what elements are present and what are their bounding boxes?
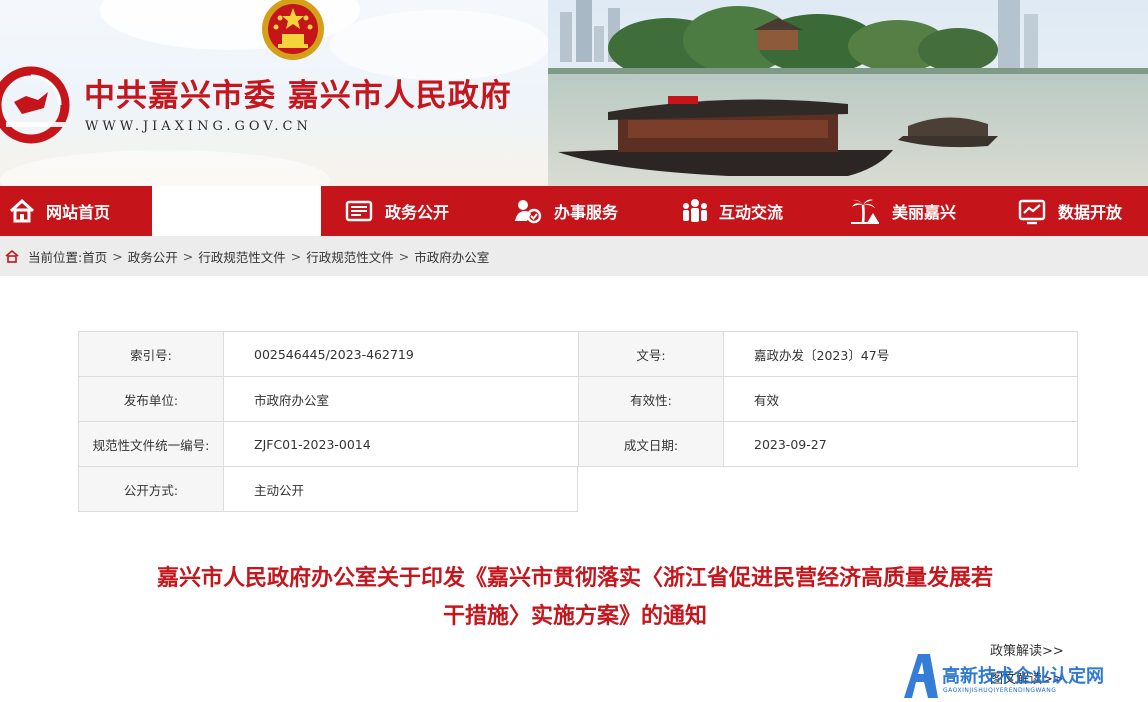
palm-tree-icon [851,199,879,224]
article-title: 嘉兴市人民政府办公室关于印发《嘉兴市贯彻落实〈浙江省促进民营经济高质量发展若 干… [90,560,1060,636]
nav-open-data-label: 数据开放 [1058,203,1123,222]
meta-key-validity: 有效性: [578,376,723,421]
breadcrumb-item-normative-docs-2[interactable]: 行政规范性文件 [306,247,394,266]
meta-row: 公开方式: 主动公开 [78,466,578,511]
person-service-icon [515,200,542,224]
page: 中共嘉兴市委 嘉兴市人民政府 WWW.JIAXING.GOV.CN 网站首页 政… [0,0,1148,702]
meta-divider [578,466,1078,467]
watermark: 高新技术企业认定网 GAOXINJISHUQIYERENDINGWANG [900,652,1148,702]
meta-row: 发布单位: 市政府办公室 有效性: 有效 [78,376,1078,421]
nav-services-label: 办事服务 [554,203,619,222]
nav-home-label: 网站首页 [46,203,111,222]
nav-beautiful-jiaxing[interactable]: 美丽嘉兴 [826,186,996,236]
party-ring-logo-icon [0,66,70,144]
meta-key-disclosure-method: 公开方式: [78,466,223,511]
meta-key-index-number: 索引号: [78,331,223,376]
meta-value-written-date: 2023-09-27 [723,421,1078,466]
nav-government-affairs[interactable]: 政务公开 [321,186,489,236]
nav-home[interactable]: 网站首页 [0,186,152,236]
people-group-icon [683,199,707,222]
lake-scenery-image [548,0,1148,186]
site-header: 中共嘉兴市委 嘉兴市人民政府 WWW.JIAXING.GOV.CN [0,0,1148,186]
breadcrumb-separator: > [182,248,194,264]
meta-value-disclosure-method: 主动公开 [223,466,578,511]
home-icon [9,198,35,223]
meta-value-publisher: 市政府办公室 [223,376,578,421]
meta-row: 索引号: 002546445/2023-462719 文号: 嘉政办发〔2023… [78,331,1078,376]
watermark-subtext: GAOXINJISHUQIYERENDINGWANG [943,687,1057,694]
watermark-text: 高新技术企业认定网 [942,666,1104,687]
breadcrumb-separator: > [398,248,410,264]
nav-blank-slot[interactable] [152,186,321,236]
meta-value-validity: 有效 [723,376,1078,421]
nav-beautiful-jiaxing-label: 美丽嘉兴 [892,203,957,222]
meta-divider [78,511,578,512]
watermark-logo-icon [904,654,938,698]
site-url: WWW.JIAXING.GOV.CN [85,119,312,134]
nav-interaction-label: 互动交流 [719,203,784,222]
nav-interaction[interactable]: 互动交流 [661,186,826,236]
breadcrumb-item-home[interactable]: 首页 [82,247,107,266]
meta-key-publisher: 发布单位: [78,376,223,421]
breadcrumb-prefix: 当前位置: [28,249,83,265]
main-nav: 网站首页 政务公开 办事服务 互动交流 美丽嘉兴 数据开放 [0,186,1148,236]
nav-government-affairs-label: 政务公开 [385,203,450,222]
data-screen-icon [1018,199,1046,225]
breadcrumb-separator: > [290,248,302,264]
site-title: 中共嘉兴市委 嘉兴市人民政府 [84,78,512,114]
meta-key-document-number: 文号: [578,331,723,376]
national-emblem-icon [262,0,324,60]
nav-services[interactable]: 办事服务 [489,186,661,236]
article-title-line: 嘉兴市人民政府办公室关于印发《嘉兴市贯彻落实〈浙江省促进民营经济高质量发展若 [156,566,993,591]
meta-key-unified-code: 规范性文件统一编号: [78,421,223,466]
breadcrumb-separator: > [112,248,123,264]
meta-value-unified-code: ZJFC01-2023-0014 [223,421,578,466]
breadcrumb-home-icon [5,249,19,263]
article-title-line: 干措施〉实施方案》的通知 [442,604,707,629]
meta-row: 规范性文件统一编号: ZJFC01-2023-0014 成文日期: 2023-0… [78,421,1078,466]
meta-key-written-date: 成文日期: [578,421,723,466]
nav-open-data[interactable]: 数据开放 [996,186,1148,236]
meta-value-index-number: 002546445/2023-462719 [223,331,578,376]
breadcrumb: 当前位置: 首页 > 政务公开 > 行政规范性文件 > 行政规范性文件 > 市政… [0,236,1148,276]
document-list-icon [345,200,373,222]
breadcrumb-item-normative-docs[interactable]: 行政规范性文件 [198,247,286,266]
breadcrumb-item-government-affairs[interactable]: 政务公开 [128,247,178,266]
meta-value-document-number: 嘉政办发〔2023〕47号 [723,331,1078,376]
breadcrumb-item-municipal-office[interactable]: 市政府办公室 [414,247,489,266]
